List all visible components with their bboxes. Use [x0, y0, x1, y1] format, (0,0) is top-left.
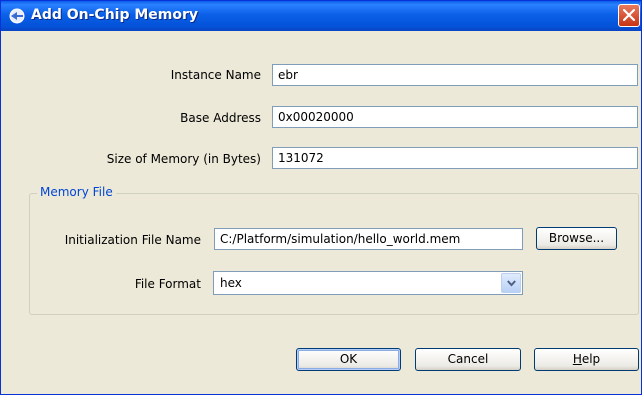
close-button[interactable]	[618, 4, 640, 27]
browse-button[interactable]: Browse...	[536, 227, 617, 250]
file-format-label: File Format	[134, 277, 201, 291]
init-file-input[interactable]: C:/Platform/simulation/hello_world.mem	[214, 228, 523, 250]
memory-file-group	[29, 193, 639, 315]
dropdown-button[interactable]	[501, 273, 521, 293]
dialog-window: Add On-Chip Memory Instance Name ebr Bas…	[0, 0, 642, 395]
memory-size-label: Size of Memory (in Bytes)	[106, 152, 261, 166]
instance-name-input[interactable]: ebr	[272, 64, 638, 86]
help-label-rest: elp	[581, 352, 601, 366]
cancel-button[interactable]: Cancel	[415, 348, 521, 371]
window-title: Add On-Chip Memory	[31, 7, 199, 23]
file-format-select[interactable]: hex	[213, 271, 523, 295]
instance-name-label: Instance Name	[170, 68, 261, 82]
init-file-label: Initialization File Name	[64, 233, 201, 247]
ok-button[interactable]: OK	[296, 348, 401, 371]
app-icon	[9, 8, 25, 24]
file-format-value: hex	[220, 276, 242, 290]
base-address-label: Base Address	[180, 111, 261, 125]
help-mnemonic: H	[572, 352, 582, 366]
help-button[interactable]: Help	[534, 348, 639, 371]
title-bar[interactable]: Add On-Chip Memory	[1, 1, 641, 31]
memory-file-legend: Memory File	[37, 185, 116, 199]
base-address-input[interactable]: 0x00020000	[272, 106, 638, 128]
memory-size-input[interactable]: 131072	[272, 147, 638, 169]
